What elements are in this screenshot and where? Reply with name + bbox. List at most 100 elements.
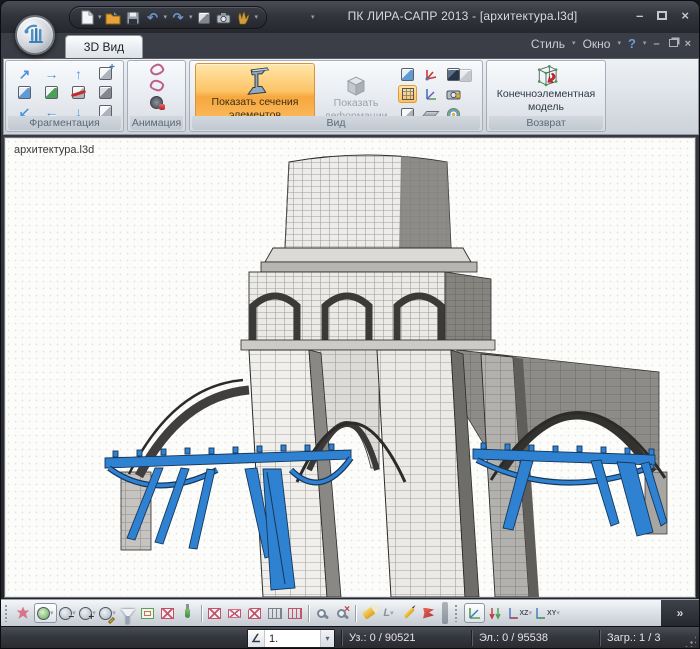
selection-combo-dropdown-icon[interactable]: ▾ bbox=[320, 630, 334, 647]
pencil-icon[interactable] bbox=[400, 603, 418, 623]
fragment-right-icon[interactable]: → bbox=[45, 67, 59, 81]
fragment-cube-gray-icon[interactable] bbox=[99, 86, 112, 99]
view-axes-color-icon[interactable] bbox=[421, 85, 440, 103]
plane-xy-icon[interactable]: XY▾ bbox=[534, 603, 560, 623]
menu-style-dropdown-icon[interactable]: ▾ bbox=[572, 40, 576, 47]
fragment-up-right-icon[interactable]: ↗ bbox=[19, 67, 31, 81]
rotate-elements-icon[interactable] bbox=[246, 603, 264, 623]
tower-cornice bbox=[261, 248, 477, 272]
fragment-cube-green-icon[interactable] bbox=[45, 86, 58, 99]
plane-xz-icon[interactable]: XZ▾ bbox=[507, 603, 532, 623]
gesture-icon[interactable] bbox=[235, 9, 253, 26]
fragment-up-icon[interactable]: ↑ bbox=[75, 67, 82, 81]
bottom-toolbar: ▾ −▾ +▾ ▾ × L▾ XZ▾ bbox=[1, 599, 699, 626]
redo-dropdown-icon[interactable]: ▾ bbox=[189, 14, 193, 21]
select-node-icon[interactable]: ▾ bbox=[34, 603, 57, 623]
status-nodes: Уз.: 0 / 90521 bbox=[349, 632, 415, 644]
fe-model-label: Конечноэлементная модель bbox=[491, 88, 601, 113]
fragment-add-cube-icon[interactable]: + bbox=[99, 67, 112, 80]
new-dropdown-icon[interactable]: ▾ bbox=[98, 14, 102, 21]
tower-drum bbox=[285, 155, 451, 256]
select-elements-box-icon[interactable] bbox=[226, 603, 244, 623]
view-cube-icon[interactable] bbox=[398, 65, 417, 83]
menu-style[interactable]: Стиль bbox=[531, 37, 565, 51]
select-all-icon[interactable]: +▾ bbox=[79, 603, 97, 623]
menu-window[interactable]: Окно bbox=[583, 37, 611, 51]
app-window: ▾ ↶ ▾ ↷ ▾ ▾ ▾ ПК ЛИРА-САПР 2013 - [архит… bbox=[0, 0, 700, 649]
selection-combo[interactable]: ∠ 1. ▾ bbox=[247, 629, 335, 648]
select-elements-x-icon[interactable] bbox=[206, 603, 224, 623]
toolbar-grip[interactable] bbox=[4, 604, 9, 622]
axes-view-icon[interactable] bbox=[464, 603, 485, 623]
frame-gray-icon[interactable] bbox=[266, 603, 284, 623]
app-menu-logo[interactable] bbox=[15, 15, 55, 55]
menu-window-dropdown-icon[interactable]: ▾ bbox=[617, 40, 621, 47]
animation-path-icon[interactable] bbox=[148, 78, 164, 92]
undo-dropdown-icon[interactable]: ▾ bbox=[164, 14, 168, 21]
maximize-button[interactable] bbox=[657, 9, 667, 22]
mdi-restore-button[interactable] bbox=[667, 38, 678, 50]
mdi-minimize-button[interactable]: – bbox=[653, 38, 659, 50]
group-animation: Анимация bbox=[127, 60, 186, 132]
close-button[interactable]: × bbox=[681, 9, 689, 22]
group-label-fragmentation: Фрагментация bbox=[8, 116, 121, 130]
view-ghost-cube-icon[interactable] bbox=[456, 66, 475, 84]
select-frame-icon[interactable] bbox=[159, 603, 177, 623]
group-label-view: Вид bbox=[192, 116, 480, 130]
group-return: Конечноэлементная модель Возврат bbox=[486, 60, 606, 132]
polyfilter-icon[interactable] bbox=[139, 603, 157, 623]
view-mesh-cube-icon[interactable] bbox=[398, 85, 417, 103]
help-icon[interactable]: ? bbox=[628, 36, 636, 51]
tower-upper-block bbox=[241, 272, 495, 350]
mdi-close-button[interactable]: × bbox=[685, 38, 691, 50]
flag-icon[interactable] bbox=[420, 603, 438, 623]
zoom-icon[interactable] bbox=[313, 603, 331, 623]
resize-grip[interactable] bbox=[684, 635, 696, 647]
open-folder-icon[interactable] bbox=[104, 9, 122, 26]
length-icon[interactable]: L▾ bbox=[380, 603, 398, 623]
mark-pencil-icon[interactable]: ▾ bbox=[99, 603, 117, 623]
tab-row: 3D Вид Стиль ▾ Окно ▾ ? ▾ – × bbox=[1, 33, 699, 58]
fragment-cube-blue-icon[interactable] bbox=[18, 86, 31, 99]
gesture-dropdown-icon[interactable]: ▾ bbox=[255, 14, 259, 21]
toolbar-overflow[interactable]: » bbox=[661, 600, 699, 626]
toolbar-separator bbox=[308, 605, 309, 622]
brush-icon[interactable] bbox=[179, 603, 197, 623]
redo-icon[interactable]: ↷ bbox=[169, 9, 187, 26]
status-bar: ∠ 1. ▾ Уз.: 0 / 90521 Эл.: 0 / 95538 Заг… bbox=[1, 626, 699, 649]
lira-logo-icon bbox=[22, 22, 48, 48]
group-fragmentation: ↗ → ↑ + ↙ ← ↓ Фрагментация bbox=[5, 60, 124, 132]
zoom-cancel-icon[interactable]: × bbox=[333, 603, 351, 623]
animation-record-icon[interactable] bbox=[150, 96, 163, 109]
fragment-cube-cut-icon[interactable] bbox=[72, 86, 85, 99]
ribbon: ↗ → ↑ + ↙ ← ↓ Фрагментация Аним bbox=[3, 58, 699, 135]
filter-icon[interactable] bbox=[119, 603, 137, 623]
camera-icon[interactable] bbox=[215, 9, 233, 26]
fe-model-button[interactable]: Конечноэлементная модель bbox=[491, 63, 601, 115]
toolbar-grip-2[interactable] bbox=[454, 604, 459, 622]
save-icon[interactable] bbox=[124, 9, 142, 26]
ibeam-icon bbox=[238, 67, 272, 96]
qat-customize-icon[interactable]: ▾ bbox=[311, 14, 315, 21]
flashlight-icon[interactable] bbox=[360, 603, 378, 623]
group-view: Показать сечения элементов Показать дефо… bbox=[189, 60, 483, 132]
view-axes-red-icon[interactable] bbox=[421, 65, 440, 83]
help-dropdown-icon[interactable]: ▾ bbox=[643, 40, 647, 47]
animation-loop-icon[interactable] bbox=[148, 62, 165, 77]
polygon-select-icon[interactable] bbox=[14, 603, 32, 623]
status-separator bbox=[341, 630, 342, 646]
fe-model-icon bbox=[530, 63, 562, 88]
project-down-icon[interactable] bbox=[487, 603, 505, 623]
minimize-button[interactable]: – bbox=[636, 9, 643, 22]
frame-red-icon[interactable] bbox=[286, 603, 304, 623]
toolbar-splitter[interactable] bbox=[442, 602, 448, 624]
viewport-3d[interactable]: архитектура.l3d bbox=[4, 137, 696, 598]
window-title: ПК ЛИРА-САПР 2013 - [архитектура.l3d] bbox=[321, 9, 604, 23]
spatial-model-icon[interactable] bbox=[195, 9, 213, 26]
deselect-icon[interactable]: −▾ bbox=[59, 603, 77, 623]
new-document-icon[interactable] bbox=[78, 9, 96, 26]
status-separator bbox=[471, 630, 472, 646]
tab-3d-view[interactable]: 3D Вид bbox=[65, 35, 143, 58]
undo-icon[interactable]: ↶ bbox=[144, 9, 162, 26]
view-camera-lock-icon[interactable] bbox=[444, 85, 463, 103]
